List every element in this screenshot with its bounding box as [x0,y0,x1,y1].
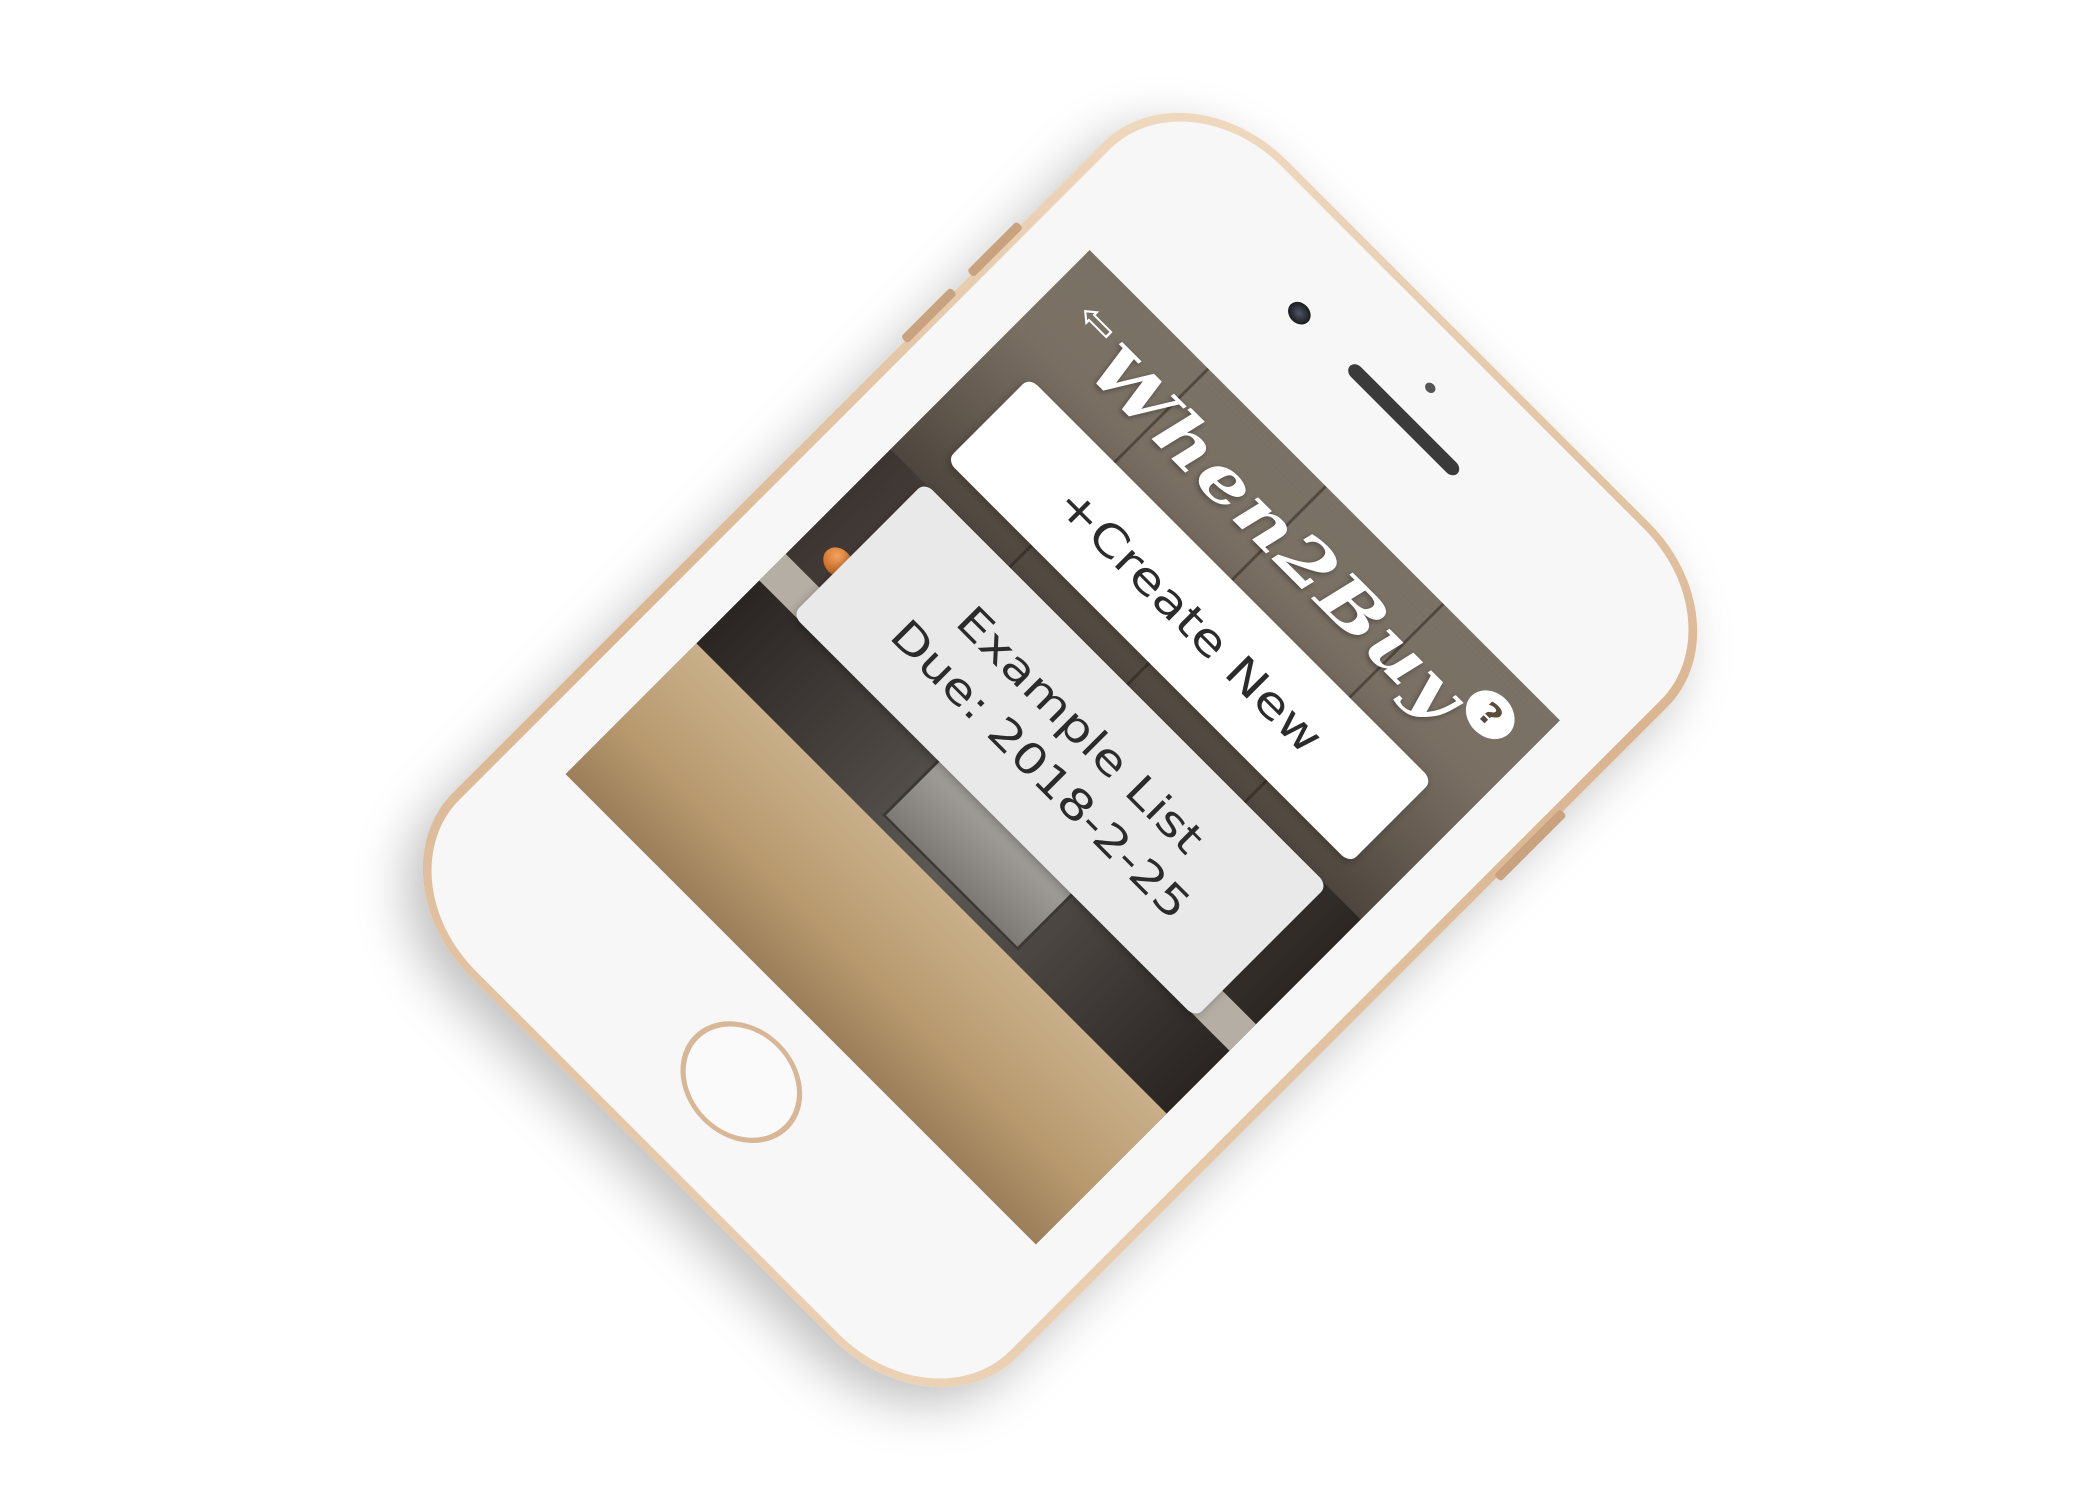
phone-face: ⇦ When2Buy ? +Create New Example List Du… [381,71,1739,1429]
phone-device: ⇦ When2Buy ? +Create New Example List Du… [369,59,1751,1441]
earpiece-speaker [1345,361,1463,479]
home-button[interactable] [655,996,827,1168]
stage: ⇦ When2Buy ? +Create New Example List Du… [0,0,2100,1500]
front-camera [1283,297,1316,330]
proximity-sensor [1422,380,1438,396]
